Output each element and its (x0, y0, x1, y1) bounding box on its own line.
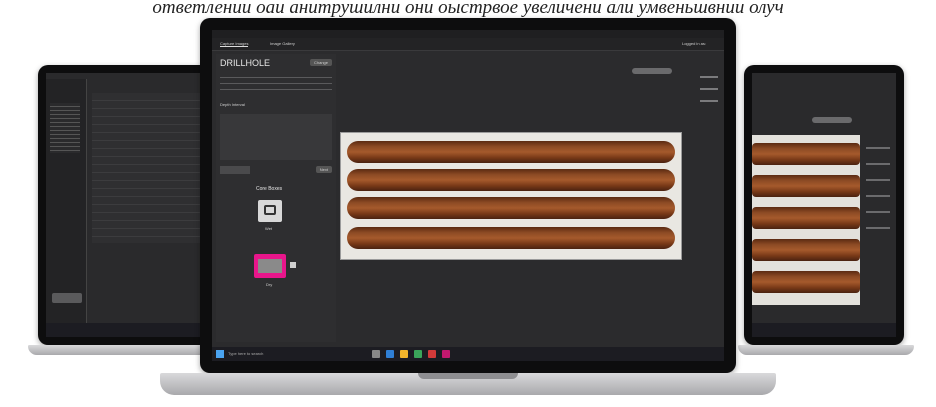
left-sidebar-lines (50, 103, 80, 153)
dry-capture-button[interactable] (254, 254, 286, 278)
left-save-button[interactable] (52, 293, 82, 303)
core-row-1 (347, 141, 675, 163)
dry-label: Dry (266, 282, 273, 287)
depth-buttons[interactable] (220, 166, 250, 174)
logged-in-label: Logged in as: (681, 41, 706, 46)
left-panel: DRILLHOLE Change Depth Interval Next Cor… (216, 54, 336, 342)
tab-bar: Capture Images Image Gallery Logged in a… (212, 38, 724, 51)
camera-icon (264, 205, 276, 215)
core-row-4 (347, 227, 675, 249)
taskbar-app-icon-2[interactable] (386, 350, 394, 358)
right-action-button[interactable] (812, 117, 852, 123)
drillhole-title: DRILLHOLE (220, 58, 271, 68)
taskbar-app-icon-6[interactable] (442, 350, 450, 358)
core-row-2 (347, 169, 675, 191)
core-row-3 (347, 197, 675, 219)
wet-capture-button[interactable] (258, 200, 282, 222)
window-title-bar (212, 30, 724, 38)
taskbar-app-icon-3[interactable] (400, 350, 408, 358)
windows-start-icon[interactable] (216, 350, 224, 358)
taskbar-app-icon-5[interactable] (428, 350, 436, 358)
center-laptop: Capture Images Image Gallery Logged in a… (160, 18, 776, 407)
core-boxes-heading: Core Boxes (256, 186, 283, 192)
app-window: Capture Images Image Gallery Logged in a… (212, 30, 724, 361)
drillhole-fields (220, 72, 332, 92)
capture-button[interactable] (632, 68, 672, 74)
next-button[interactable]: Next (315, 166, 332, 173)
dry-thumbnail (258, 259, 282, 273)
right-tools (700, 66, 718, 106)
windows-taskbar: Type here to search (212, 347, 724, 361)
wet-label: Wet (265, 226, 273, 231)
taskbar-search[interactable]: Type here to search (228, 351, 263, 356)
center-laptop-notch (418, 373, 518, 379)
change-button[interactable]: Change (309, 59, 332, 66)
taskbar-app-icon-4[interactable] (414, 350, 422, 358)
depth-inputs (220, 114, 332, 160)
dry-expand-icon[interactable] (290, 262, 296, 268)
depth-interval-heading: Depth Interval (220, 102, 245, 107)
tab-capture-images[interactable]: Capture Images (220, 41, 249, 47)
core-tray-image (340, 132, 682, 260)
page-caption: ответлении оаи анитрушилни они оыстрвое … (152, 0, 784, 18)
tab-image-gallery[interactable]: Image Gallery (270, 41, 295, 46)
right-toolbar (866, 133, 890, 233)
center-laptop-bezel: Capture Images Image Gallery Logged in a… (200, 18, 736, 373)
taskbar-app-icon-1[interactable] (372, 350, 380, 358)
